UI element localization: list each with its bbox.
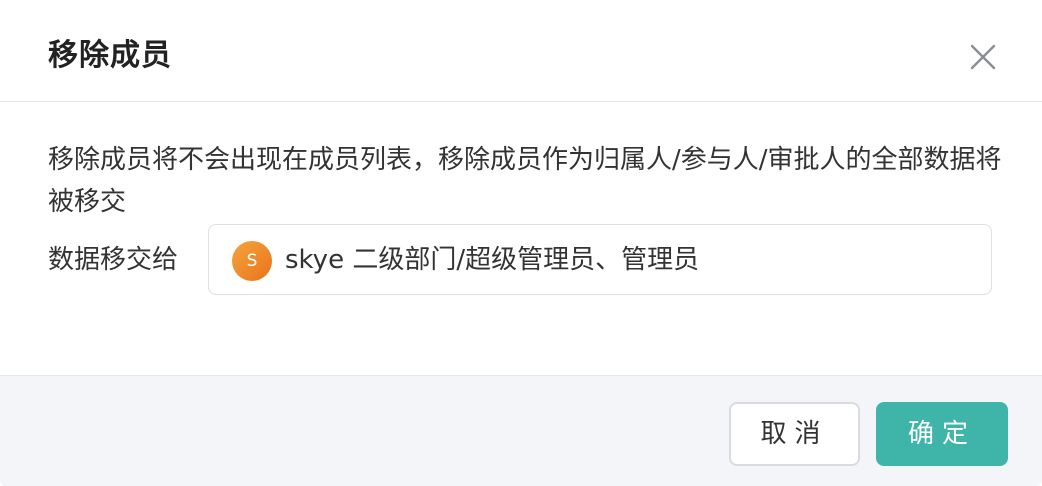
transfer-user-selector[interactable]: S skye 二级部门/超级管理员、管理员 [208, 224, 992, 295]
close-icon[interactable] [966, 40, 1000, 74]
remove-member-dialog: 移除成员 移除成员将不会出现在成员列表，移除成员作为归属人/参与人/审批人的全部… [0, 0, 1042, 486]
remove-description: 移除成员将不会出现在成员列表，移除成员作为归属人/参与人/审批人的全部数据将被移… [48, 145, 1002, 217]
transfer-to-label: 数据移交给 [48, 245, 179, 275]
dialog-body: 移除成员将不会出现在成员列表，移除成员作为归属人/参与人/审批人的全部数据将被移… [0, 103, 1042, 375]
dialog-header: 移除成员 [0, 0, 1042, 102]
dialog-footer: 取消 确定 [0, 375, 1042, 486]
confirm-button[interactable]: 确定 [876, 402, 1008, 466]
dialog-title: 移除成员 [48, 38, 172, 73]
selected-user-text: skye 二级部门/超级管理员、管理员 [285, 245, 700, 275]
avatar: S [232, 241, 272, 281]
cancel-button[interactable]: 取消 [729, 402, 860, 466]
